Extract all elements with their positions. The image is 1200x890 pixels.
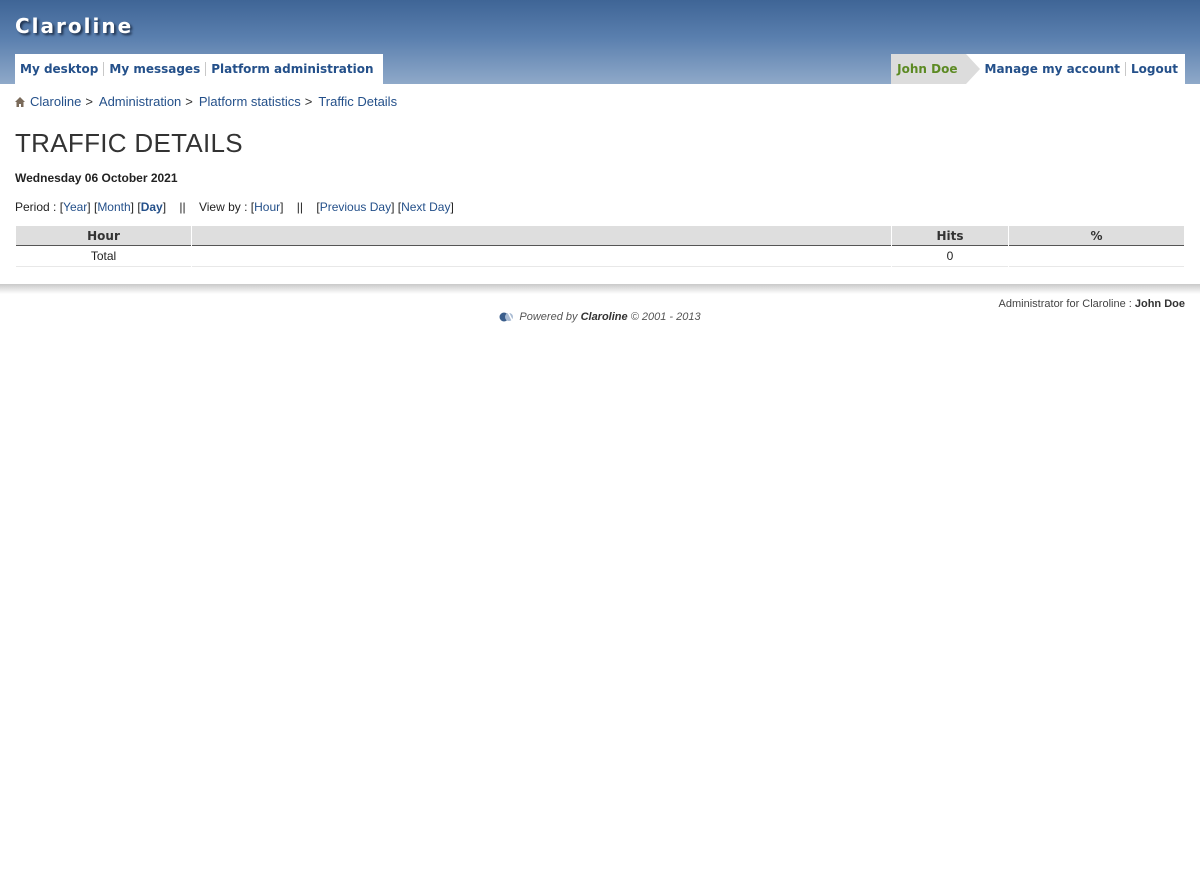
- breadcrumb-separator: >: [304, 94, 313, 109]
- nav-my-desktop[interactable]: My desktop: [15, 62, 103, 76]
- breadcrumb-traffic-details[interactable]: Traffic Details: [318, 94, 397, 109]
- table-header-row: Hour Hits %: [16, 226, 1184, 246]
- period-label: Period :: [15, 200, 60, 214]
- table-cell-hits: 0: [892, 246, 1008, 267]
- nav-my-messages[interactable]: My messages: [103, 62, 205, 76]
- viewby-label: View by :: [198, 200, 251, 214]
- viewby-hour-link[interactable]: Hour: [254, 200, 280, 214]
- main-nav: My desktop My messages Platform administ…: [15, 54, 383, 84]
- date-label: Wednesday 06 October 2021: [15, 171, 178, 185]
- claroline-logo-icon: [499, 311, 515, 323]
- admin-name[interactable]: John Doe: [1135, 298, 1185, 310]
- period-filters: Period : [Year] [Month] [Day] || View by…: [15, 200, 454, 214]
- breadcrumb-platform-statistics[interactable]: Platform statistics: [199, 94, 301, 109]
- header-banner: Claroline My desktop My messages Platfor…: [0, 0, 1200, 84]
- user-nav: John Doe Manage my account Logout: [891, 54, 1185, 84]
- table-row: Total 0: [16, 246, 1184, 267]
- table-cell-bar: [192, 246, 891, 267]
- logout-link[interactable]: Logout: [1124, 62, 1183, 76]
- column-header-percent: %: [1009, 226, 1184, 246]
- campus-name[interactable]: Claroline: [15, 14, 133, 38]
- page-title: TRAFFIC DETAILS: [15, 128, 243, 158]
- home-icon: [15, 96, 25, 107]
- filter-separator: ||: [179, 200, 186, 214]
- footer-divider: [0, 284, 1200, 294]
- column-header-hour: Hour: [16, 226, 191, 246]
- column-header-bar: [192, 226, 891, 246]
- platform-administrator: Administrator for Claroline : John Doe: [999, 298, 1185, 310]
- copyright-text: © 2001 - 2013: [627, 310, 701, 323]
- period-day-link[interactable]: Day: [141, 200, 163, 214]
- breadcrumb-separator: >: [85, 94, 93, 109]
- period-month-link[interactable]: Month: [97, 200, 130, 214]
- column-header-hits: Hits: [892, 226, 1008, 246]
- traffic-table: Hour Hits % Total 0: [15, 226, 1185, 267]
- admin-label: Administrator for Claroline :: [998, 298, 1135, 310]
- breadcrumb-separator: >: [185, 94, 193, 109]
- breadcrumb: Claroline > Administration > Platform st…: [15, 94, 397, 109]
- table-cell-hour: Total: [16, 246, 191, 267]
- powered-by: Powered by Claroline © 2001 - 2013: [0, 310, 1200, 324]
- previous-day-link[interactable]: Previous Day: [320, 200, 391, 214]
- breadcrumb-claroline[interactable]: Claroline: [30, 94, 81, 109]
- period-year-link[interactable]: Year: [63, 200, 87, 214]
- current-user-name[interactable]: John Doe: [891, 54, 980, 84]
- nav-platform-administration[interactable]: Platform administration: [205, 62, 378, 76]
- next-day-link[interactable]: Next Day: [401, 200, 450, 214]
- breadcrumb-administration[interactable]: Administration: [99, 94, 181, 109]
- filter-separator: ||: [296, 200, 304, 214]
- powered-by-label: Powered by: [519, 310, 581, 323]
- table-cell-percent: [1009, 246, 1184, 267]
- powered-by-product-link[interactable]: Claroline: [581, 311, 628, 323]
- manage-account-link[interactable]: Manage my account: [980, 62, 1125, 76]
